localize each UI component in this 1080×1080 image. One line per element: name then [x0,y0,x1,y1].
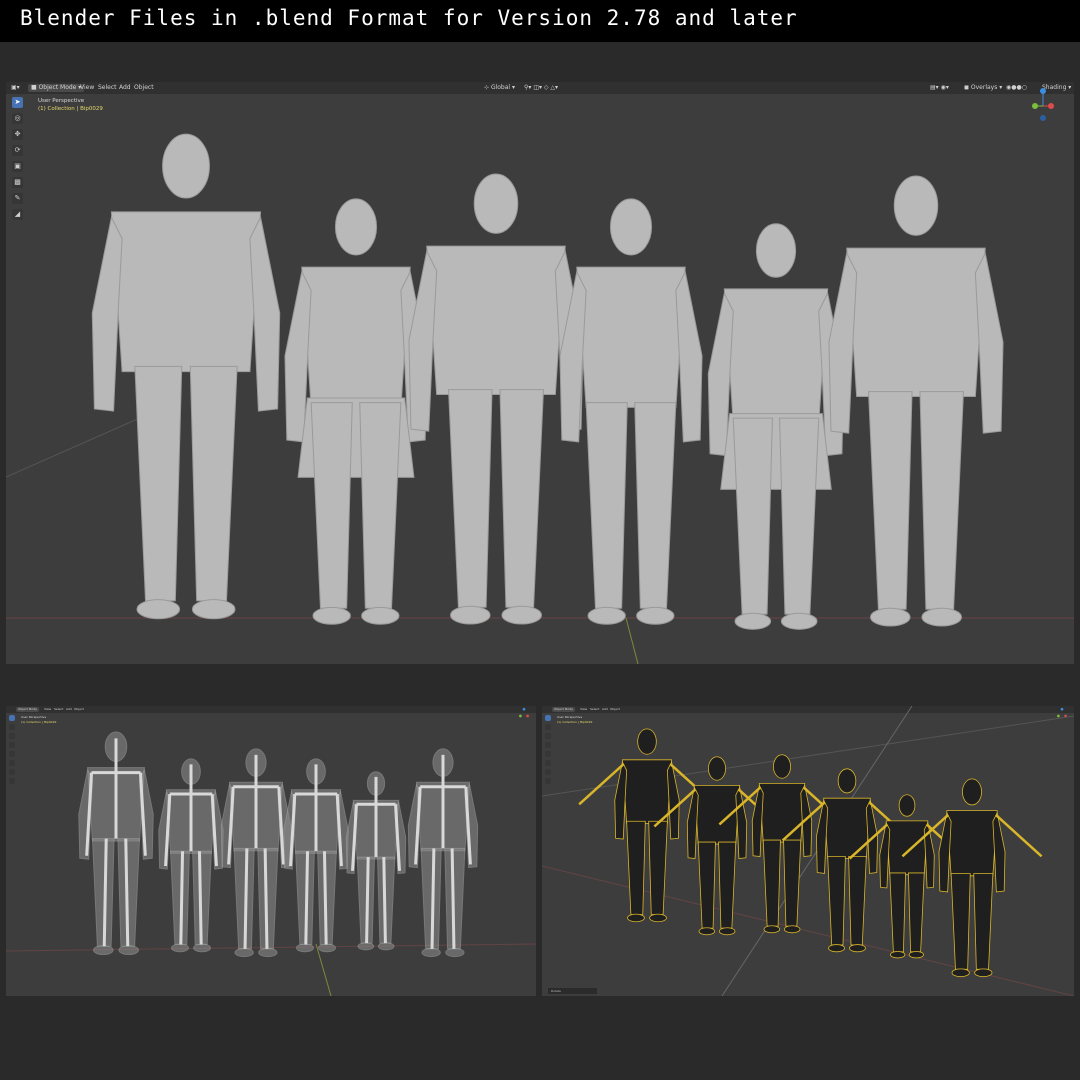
wireframe-scene-render [542,706,1074,996]
operator-status: Rotate [548,988,597,994]
wireframe-person-2 [686,756,748,936]
armature-scene-render [6,731,536,996]
armature-viewport[interactable]: Object Mode View Select Add Object User … [6,706,536,996]
wireframe-person-1 [614,728,680,923]
lowpoly-person-1 [91,133,281,620]
operator-status-label: Rotate [551,989,561,993]
wireframe-person-3 [751,754,813,934]
lowpoly-person-6 [828,175,1004,627]
wireframe-viewport[interactable]: Object Mode View Select Add Object User … [542,706,1074,996]
main-3d-viewport[interactable]: ▣▾ ■ Object Mode ▾ View Select Add Objec… [6,82,1074,664]
title-banner: Blender Files in .blend Format for Versi… [0,0,1080,42]
wireframe-person-6 [938,778,1006,978]
scene-render [6,133,1074,664]
lowpoly-person-3 [408,173,584,625]
wireframe-person-4 [816,768,878,953]
lowpoly-person-2 [284,198,428,625]
banner-title: Blender Files in .blend Format for Versi… [20,6,798,30]
lowpoly-person-5 [707,223,845,630]
